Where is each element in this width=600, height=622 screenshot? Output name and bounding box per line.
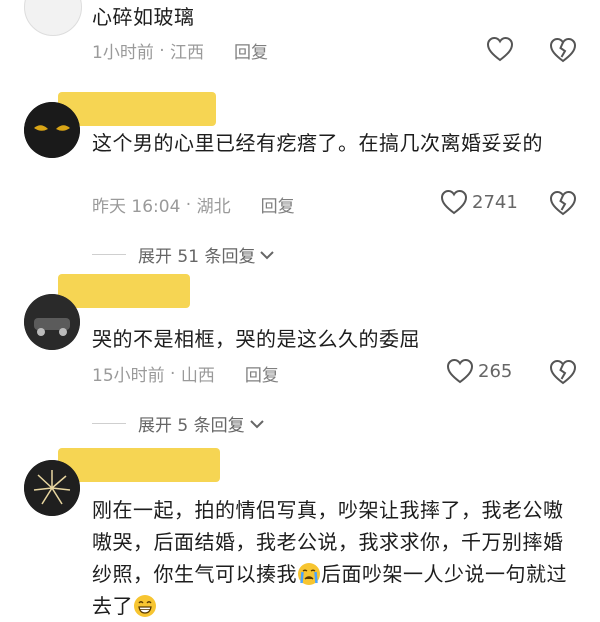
avatar[interactable]: [24, 294, 80, 350]
like-button[interactable]: [486, 36, 514, 62]
like-count: 265: [478, 360, 513, 382]
comment-time: 昨天 16:04: [92, 197, 181, 217]
like-button[interactable]: 265: [446, 358, 512, 384]
reply-button[interactable]: 回复: [234, 38, 268, 63]
username-redacted: [58, 274, 190, 308]
like-count: 2741: [472, 191, 518, 213]
divider-line: [92, 254, 126, 255]
expand-replies-button[interactable]: 展开 5 条回复: [92, 411, 265, 436]
comment-location: 山西: [180, 366, 215, 386]
broken-heart-icon[interactable]: [549, 358, 577, 386]
grinning-face-icon: [134, 595, 156, 617]
avatar-face-icon: [24, 102, 80, 158]
comment-meta: 15小时前 · 山西 回复: [92, 361, 279, 387]
heart-icon: [486, 36, 514, 62]
meta-separator: ·: [164, 363, 181, 384]
reply-button[interactable]: 回复: [261, 192, 295, 217]
meta-separator: ·: [180, 194, 197, 215]
avatar-sparkler-icon: [24, 460, 80, 516]
meta-separator: ·: [153, 40, 171, 61]
comment-time: 1小时前: [92, 43, 154, 63]
comment-text: 心碎如玻璃: [92, 5, 195, 29]
comment-meta: 昨天 16:04 · 湖北 回复: [92, 192, 295, 218]
username-redacted: [58, 448, 220, 482]
crying-face-icon: [298, 563, 320, 585]
like-button[interactable]: 2741: [440, 189, 518, 215]
divider-line: [92, 423, 126, 424]
comment-location: 湖北: [196, 197, 231, 217]
heart-icon: [446, 358, 474, 384]
heart-icon: [440, 189, 468, 215]
username-redacted: [58, 92, 216, 126]
comment-text: 哭的不是相框，哭的是这么久的委屈: [92, 327, 420, 351]
avatar[interactable]: [24, 460, 80, 516]
chevron-down-icon: [260, 250, 275, 259]
expand-replies-button[interactable]: 展开 51 条回复: [92, 242, 275, 267]
avatar-car-icon: [24, 294, 80, 350]
avatar[interactable]: [24, 0, 82, 36]
comment-time: 15小时前: [92, 366, 165, 386]
broken-heart-icon[interactable]: [549, 189, 577, 217]
broken-heart-icon[interactable]: [549, 36, 577, 64]
chevron-down-icon: [249, 419, 264, 428]
comment-location: 江西: [170, 43, 205, 63]
comment-text: 刚在一起，拍的情侣写真，吵架让我摔了，我老公嗷嗷哭，后面结婚，我老公说，我求求你…: [92, 494, 570, 622]
reply-button[interactable]: 回复: [245, 361, 279, 386]
expand-label: 展开 5 条回复: [138, 416, 245, 436]
expand-label: 展开 51 条回复: [138, 247, 256, 267]
avatar[interactable]: [24, 102, 80, 158]
comment-text: 这个男的心里已经有疙瘩了。在搞几次离婚妥妥的: [92, 131, 543, 155]
comment-meta: 1小时前 · 江西 回复: [92, 38, 268, 64]
